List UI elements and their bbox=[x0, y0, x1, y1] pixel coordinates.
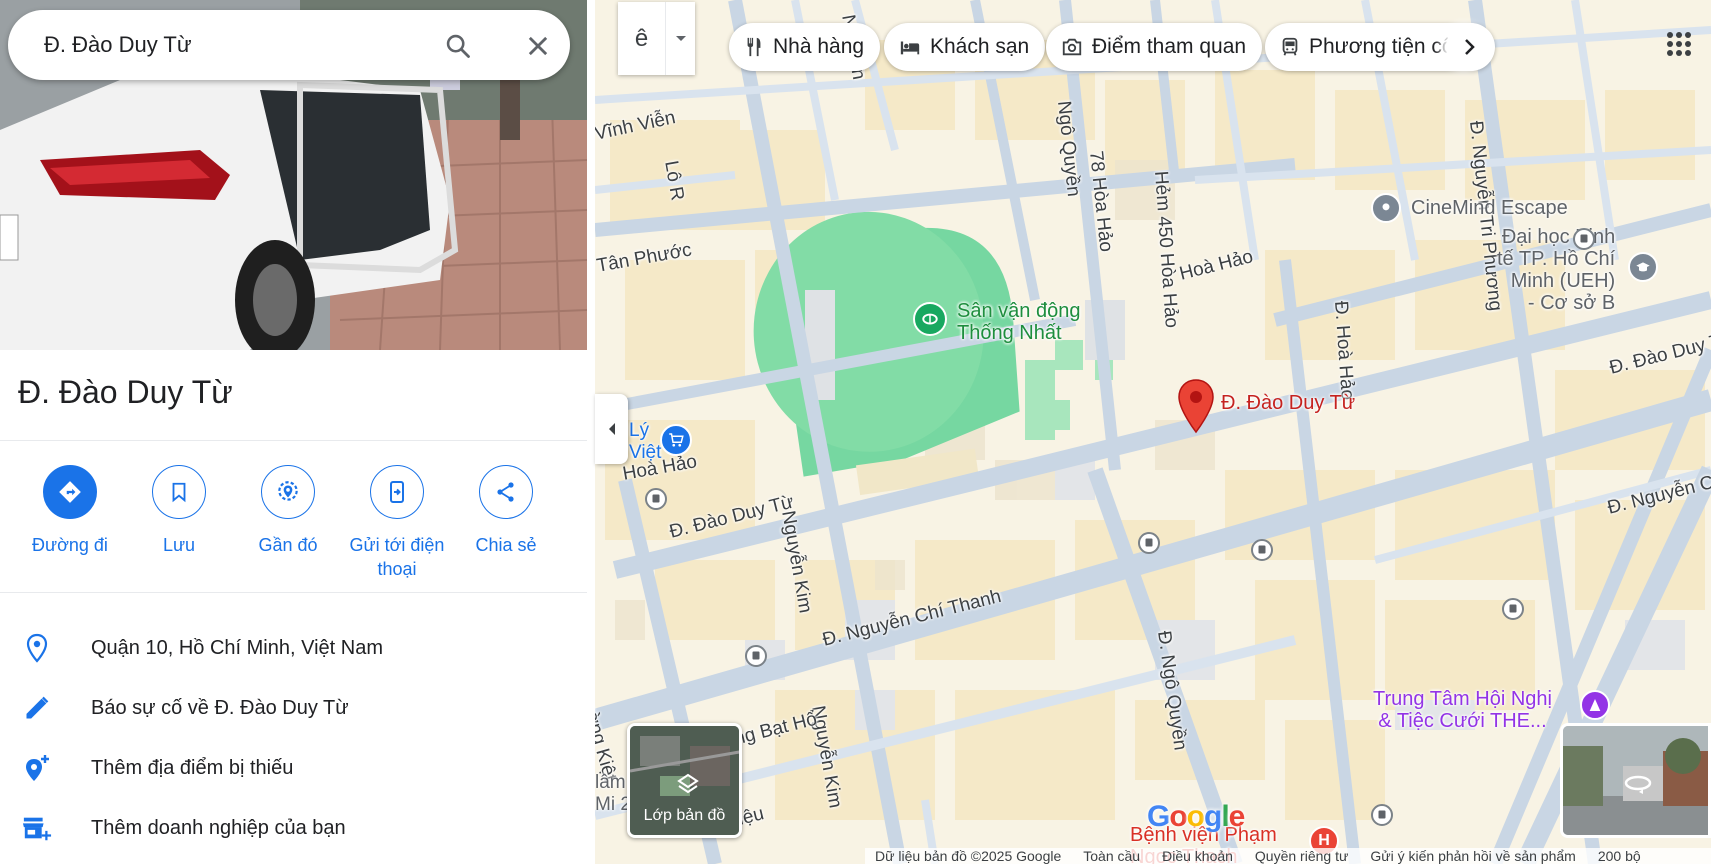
bus-stop-icon[interactable] bbox=[1138, 532, 1160, 554]
bus-stop-icon[interactable] bbox=[1573, 228, 1595, 250]
footer-feedback[interactable]: Gửi ý kiến phản hồi về sản phẩm bbox=[1370, 848, 1576, 864]
map-footer: Dữ liệu bản đồ ©2025 Google Toàn cầu Điề… bbox=[865, 848, 1711, 864]
save-label: Lưu bbox=[162, 535, 196, 555]
save-button[interactable]: Lưu bbox=[124, 465, 234, 557]
stadium-label[interactable]: Sân vận động Thống Nhất bbox=[957, 300, 1080, 344]
lam-mi-label[interactable]: lâm Mi 2 bbox=[595, 772, 631, 816]
maps-app: Đ. Đào Duy Từ Đường đi Lưu Gần đó Gửi bbox=[0, 0, 1711, 864]
send-to-phone-button[interactable]: Gửi tới điện thoại bbox=[342, 465, 452, 581]
send-to-phone-label: Gửi tới điện thoại bbox=[349, 535, 445, 579]
bookmark-icon bbox=[152, 465, 206, 519]
share-label: Chia sẻ bbox=[475, 535, 537, 555]
add-business-icon bbox=[22, 813, 52, 843]
nearby-icon bbox=[261, 465, 315, 519]
event-venue-icon[interactable] bbox=[1580, 690, 1610, 720]
add-place-row[interactable]: Thêm địa điểm bị thiếu bbox=[0, 740, 587, 796]
footer-privacy[interactable]: Quyền riêng tư bbox=[1255, 848, 1348, 864]
google-logo: Google bbox=[1147, 800, 1245, 833]
footer-global[interactable]: Toàn cầu bbox=[1083, 848, 1140, 864]
chip-restaurants-label: Nhà hàng bbox=[773, 35, 865, 58]
cinemind-label[interactable]: CineMind Escape bbox=[1411, 197, 1568, 219]
divider bbox=[0, 592, 587, 593]
input-tools-label[interactable]: ê bbox=[618, 2, 666, 75]
chip-hotels-label: Khách sạn bbox=[930, 35, 1030, 58]
street-view-thumbnail[interactable] bbox=[1560, 723, 1711, 838]
bus-stop-icon[interactable] bbox=[745, 645, 767, 667]
place-pin-label[interactable]: Đ. Đào Duy Từ bbox=[1221, 392, 1355, 415]
footer-map-data: Dữ liệu bản đồ ©2025 Google bbox=[875, 848, 1062, 864]
close-icon[interactable] bbox=[524, 32, 552, 60]
chip-attractions-label: Điểm tham quan bbox=[1092, 35, 1247, 58]
camera-icon bbox=[1062, 38, 1082, 56]
apps-grid-icon[interactable] bbox=[1657, 22, 1701, 66]
bus-stop-icon[interactable] bbox=[1502, 598, 1524, 620]
chip-restaurants[interactable]: Nhà hàng bbox=[729, 23, 881, 71]
search-input[interactable] bbox=[44, 10, 424, 80]
layers-icon bbox=[676, 772, 700, 801]
nearby-label: Gần đó bbox=[258, 535, 318, 555]
chevron-right-icon[interactable] bbox=[1446, 23, 1494, 71]
add-location-icon bbox=[22, 753, 52, 783]
add-business-row[interactable]: Thêm doanh nghiệp của bạn bbox=[0, 800, 587, 856]
layers-button[interactable]: Lớp bản đồ bbox=[627, 723, 742, 838]
search-icon[interactable] bbox=[444, 32, 472, 60]
wedding-center-label[interactable]: Trung Tâm Hội Nghị & Tiệc Cưới THE... bbox=[1373, 688, 1552, 732]
bus-stop-icon[interactable] bbox=[1251, 539, 1273, 561]
divider bbox=[0, 440, 587, 441]
ueh-label[interactable]: Đại học Kinh tế TP. Hồ Chí Minh (UEH) - … bbox=[1497, 226, 1615, 314]
report-issue-text: Báo sự cố về Đ. Đào Duy Từ bbox=[91, 696, 349, 719]
input-tools-button[interactable]: ê bbox=[618, 2, 695, 75]
place-panel: Đ. Đào Duy Từ Đường đi Lưu Gần đó Gửi bbox=[0, 0, 587, 864]
collapse-panel-button[interactable] bbox=[595, 394, 628, 464]
directions-button[interactable]: Đường đi bbox=[15, 465, 125, 557]
directions-label: Đường đi bbox=[32, 535, 108, 555]
place-pin-icon[interactable] bbox=[1176, 378, 1216, 434]
pencil-icon bbox=[22, 693, 52, 723]
chip-attractions[interactable]: Điểm tham quan bbox=[1046, 23, 1263, 71]
hotel-icon bbox=[900, 41, 920, 55]
cinemind-icon[interactable] bbox=[1371, 193, 1401, 223]
chevron-down-icon[interactable] bbox=[666, 2, 695, 75]
nearby-button[interactable]: Gần đó bbox=[233, 465, 343, 557]
add-business-text: Thêm doanh nghiệp của bạn bbox=[91, 816, 346, 839]
chip-hotels[interactable]: Khách sạn bbox=[884, 23, 1046, 71]
restaurant-icon bbox=[747, 37, 761, 57]
university-icon[interactable] bbox=[1628, 252, 1658, 282]
footer-terms[interactable]: Điều khoản bbox=[1162, 848, 1233, 864]
bus-stop-icon[interactable] bbox=[1371, 804, 1393, 826]
shopping-cart-icon[interactable] bbox=[660, 424, 692, 456]
rotate-360-icon bbox=[1623, 772, 1653, 799]
search-box bbox=[8, 10, 570, 80]
chevron-left-icon bbox=[608, 423, 615, 435]
location-pin-icon bbox=[22, 633, 52, 663]
address-row[interactable]: Quận 10, Hồ Chí Minh, Việt Nam bbox=[0, 620, 587, 676]
address-text: Quận 10, Hồ Chí Minh, Việt Nam bbox=[91, 636, 383, 659]
transit-icon bbox=[1282, 37, 1298, 56]
ly-viet-label[interactable]: Lý Việt bbox=[629, 420, 661, 464]
place-title: Đ. Đào Duy Từ bbox=[18, 374, 233, 410]
share-icon bbox=[479, 465, 533, 519]
map-canvas[interactable]: Hoà Hảo Tân Phước Vĩnh Viễn Lô R Đ. Đào … bbox=[595, 0, 1711, 864]
layers-label: Lớp bản đồ bbox=[643, 807, 726, 824]
send-to-phone-icon bbox=[370, 465, 424, 519]
report-issue-row[interactable]: Báo sự cố về Đ. Đào Duy Từ bbox=[0, 680, 587, 736]
share-button[interactable]: Chia sẻ bbox=[451, 465, 561, 557]
stadium-icon[interactable] bbox=[913, 302, 947, 336]
add-place-text: Thêm địa điểm bị thiếu bbox=[91, 756, 294, 779]
bus-stop-icon[interactable] bbox=[645, 488, 667, 510]
directions-icon bbox=[43, 465, 97, 519]
footer-scale[interactable]: 200 bộ bbox=[1598, 848, 1641, 864]
